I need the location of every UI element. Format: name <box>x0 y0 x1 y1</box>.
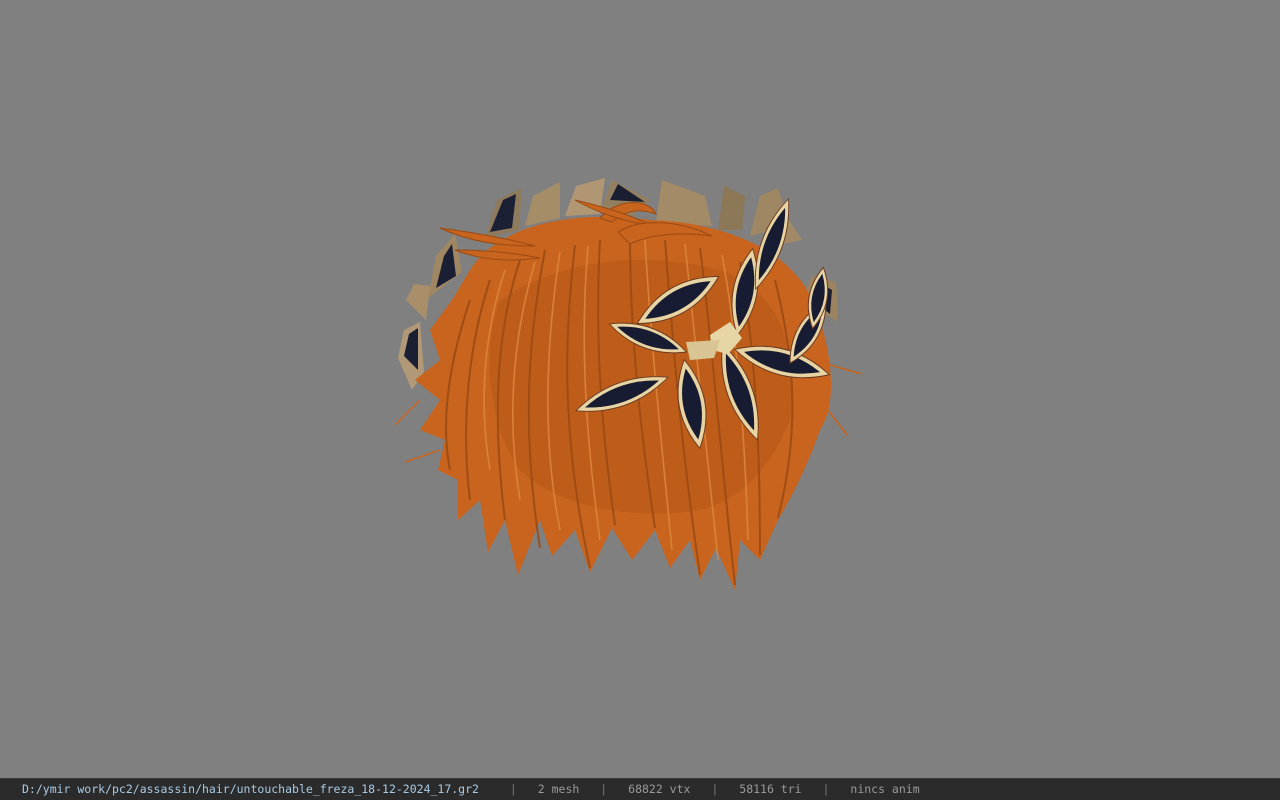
3d-viewport[interactable] <box>0 0 1280 778</box>
file-path: D:/ymir work/pc2/assassin/hair/untouchab… <box>22 782 479 796</box>
separator: | <box>822 782 830 796</box>
anim-status: nincs anim <box>850 782 920 796</box>
separator: | <box>600 782 608 796</box>
separator: | <box>509 782 517 796</box>
status-bar: D:/ymir work/pc2/assassin/hair/untouchab… <box>0 778 1280 800</box>
vertex-count: 68822 vtx <box>628 782 691 796</box>
triangle-count: 58116 tri <box>739 782 802 796</box>
model-render <box>394 178 863 590</box>
mesh-count: 2 mesh <box>537 782 580 796</box>
separator: | <box>711 782 719 796</box>
